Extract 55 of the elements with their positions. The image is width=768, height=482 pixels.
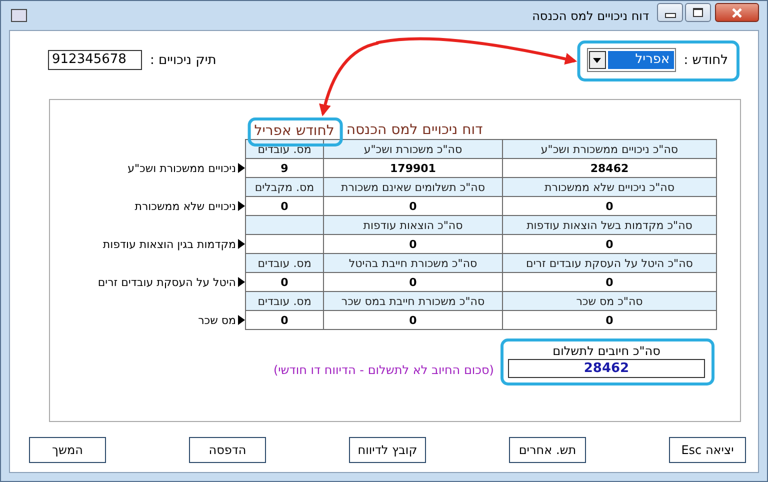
file-number-field[interactable]: 912345678 [48, 50, 142, 70]
report-title-month: לחודש אפריל [254, 124, 334, 138]
row-label: ניכויים שלא ממשכורת [134, 200, 236, 212]
row-label: היטל על העסקת עובדים זרים [98, 276, 236, 288]
close-icon [731, 8, 743, 18]
table-cell: 0 [246, 310, 324, 330]
report-title: דוח ניכויים למס הכנסה [346, 122, 483, 138]
table-cell: 0 [246, 272, 324, 292]
header-cell: מס. עובדים [246, 254, 324, 272]
app-icon [11, 9, 27, 22]
header-cell: סה"כ משכורת חייבת במס שכר [324, 292, 502, 310]
header-cell: סה"כ תשלומים שאינם משכורת [324, 178, 502, 196]
window-title: דוח ניכויים למס הכנסה [532, 8, 649, 22]
table-cell: 0 [246, 196, 324, 216]
maximize-button[interactable] [685, 3, 711, 22]
total-label: סה"כ חיובים לתשלום [552, 344, 660, 358]
table-cell: 9 [246, 158, 324, 178]
table-cell: 0 [502, 196, 716, 216]
minimize-button[interactable] [657, 3, 683, 22]
header-cell: מס. עובדים [246, 292, 324, 310]
action-button[interactable]: קובץ לדיווח [349, 437, 426, 463]
row-label: מקדמות בגין הוצאות עודפות [102, 238, 236, 250]
header-cell: סה"כ משכורת ושכ"ע [324, 140, 502, 158]
header-cell: סה"כ משכורת חייבת בהיטל [324, 254, 502, 272]
header-cell: מס. מקבלים [246, 178, 324, 196]
close-button[interactable] [715, 3, 759, 22]
table-cell: 0 [502, 234, 716, 254]
table-cell: 0 [324, 234, 502, 254]
header-cell: סה"כ מקדמות בשל הוצאות עודפות [502, 216, 716, 234]
table-cell: 0 [502, 272, 716, 292]
table-cell: 0 [502, 310, 716, 330]
header-cell: סה"כ היטל על העסקת עובדים זרים [502, 254, 716, 272]
minimize-icon [664, 12, 676, 18]
table-cell: 179901 [324, 158, 502, 178]
note-text: (סכום החיוב לא לתשלום - הדיווח דו חודשי) [273, 363, 494, 378]
pointer-icon [238, 315, 245, 325]
row-label: ניכויים ממשכורת ושכ"ע [128, 162, 236, 174]
action-button[interactable]: תש. אחרים [509, 437, 586, 463]
header-cell: סה"כ מס שכר [502, 292, 716, 310]
action-button[interactable]: הדפסה [189, 437, 266, 463]
table-cell: 0 [324, 196, 502, 216]
total-field: 28462 [508, 359, 705, 378]
file-label: תיק ניכויים : [150, 52, 216, 68]
month-label: לחודש : [684, 52, 728, 68]
header-cell: סה"כ הוצאות עודפות [324, 216, 502, 234]
action-button[interactable]: יציאה Esc [669, 437, 746, 463]
table-cell: 0 [324, 272, 502, 292]
row-label: מס שכר [198, 314, 236, 326]
month-dropdown[interactable]: אפריל [586, 48, 676, 72]
header-cell: סה"כ ניכויים שלא ממשכורת [502, 178, 716, 196]
action-button[interactable]: המשך [29, 437, 106, 463]
maximize-icon [693, 8, 703, 17]
header-cell: סה"כ ניכויים ממשכורת ושכ"ע [502, 140, 716, 158]
table-cell: 28462 [502, 158, 716, 178]
table-cell: 0 [324, 310, 502, 330]
